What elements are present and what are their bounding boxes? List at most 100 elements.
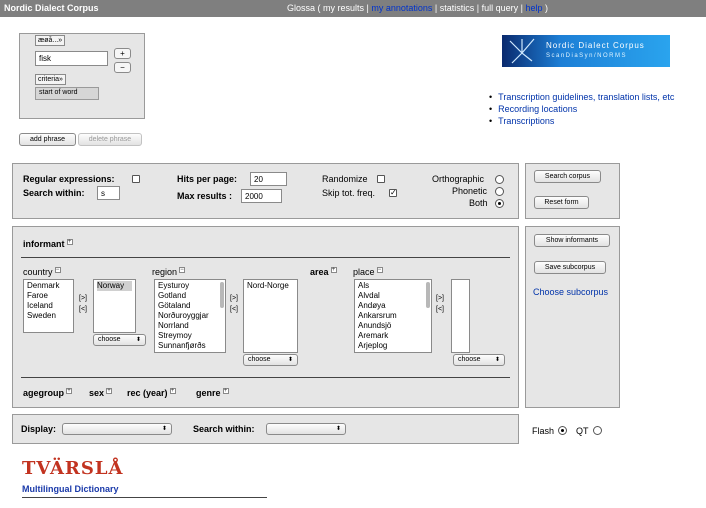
search-within-input[interactable] xyxy=(97,186,120,200)
region-choose-select[interactable]: choose ⬍ xyxy=(243,354,298,366)
list-item[interactable]: Eysturoy xyxy=(158,281,222,291)
place-choose-select[interactable]: choose ⬍ xyxy=(453,354,505,366)
scrollbar[interactable] xyxy=(220,282,224,308)
flash-radio[interactable] xyxy=(558,426,567,435)
list-item[interactable]: Nord-Norge xyxy=(247,281,294,291)
scrollbar[interactable] xyxy=(426,282,430,308)
move-left-arrow[interactable]: [<] xyxy=(436,304,444,315)
list-item[interactable]: Norðuroyggjar xyxy=(158,311,222,321)
list-item[interactable]: Sunnanfjørðs xyxy=(158,341,222,351)
display-search-within-select[interactable]: ⬍ xyxy=(266,423,346,435)
spark-icon xyxy=(509,38,535,64)
list-item[interactable]: Faroe xyxy=(27,291,70,301)
choose-subcorpus-link[interactable]: Choose subcorpus xyxy=(533,287,608,297)
nav-suffix: ) xyxy=(542,3,549,13)
link-recording-locations[interactable]: Recording locations xyxy=(489,103,674,115)
display-select[interactable]: ⬍ xyxy=(62,423,172,435)
special-chars-button[interactable]: æøå...» xyxy=(35,35,66,46)
collapse-icon[interactable]: − xyxy=(54,267,61,273)
search-actions-panel: Search corpus Reset form xyxy=(525,163,620,219)
expand-icon[interactable]: + xyxy=(222,388,229,394)
link-transcriptions[interactable]: Transcriptions xyxy=(489,115,674,127)
show-informants-button[interactable]: Show informants xyxy=(534,234,610,247)
tvarsla-logo[interactable]: TVÄRSLÅ xyxy=(22,458,124,479)
nav-my-annotations[interactable]: my annotations xyxy=(371,3,432,13)
position-select[interactable]: start of word xyxy=(35,87,99,100)
chevron-down-icon: ⬍ xyxy=(494,357,500,363)
add-token-button[interactable]: + xyxy=(114,48,131,59)
expand-icon[interactable]: + xyxy=(66,388,73,394)
informant-heading[interactable]: informant + xyxy=(23,239,73,249)
query-box: æøå...» + − criteria» start of word xyxy=(19,33,145,119)
list-item[interactable]: Arjeplog xyxy=(358,341,428,351)
randomize-checkbox[interactable] xyxy=(377,175,385,183)
both-radio[interactable] xyxy=(495,199,504,208)
place-list[interactable]: Als Alvdal Andøya Ankarsrum Anundsjö Are… xyxy=(354,279,432,353)
agegroup-text: agegroup xyxy=(23,388,65,398)
selected-place-list[interactable] xyxy=(451,279,470,353)
chevron-down-icon: ⬍ xyxy=(135,337,141,343)
move-right-arrow[interactable]: [>] xyxy=(79,293,87,304)
delete-phrase-button[interactable]: delete phrase xyxy=(78,133,142,146)
word-input[interactable] xyxy=(35,51,108,66)
list-item[interactable]: Iceland xyxy=(27,301,70,311)
list-item[interactable]: Gotland xyxy=(158,291,222,301)
list-item[interactable]: Norrland xyxy=(158,321,222,331)
orthographic-radio[interactable] xyxy=(495,175,504,184)
multilingual-dictionary-link[interactable]: Multilingual Dictionary xyxy=(22,484,119,494)
expand-icon[interactable]: + xyxy=(169,388,176,394)
list-item[interactable]: Sweden xyxy=(27,311,70,321)
nav-help[interactable]: help xyxy=(526,3,543,13)
link-transcription-guidelines[interactable]: Transcription guidelines, translation li… xyxy=(489,91,674,103)
list-item[interactable]: Ankarsrum xyxy=(358,311,428,321)
choose-text: choose xyxy=(458,356,481,363)
add-phrase-button[interactable]: add phrase xyxy=(19,133,76,146)
area-label-text: area xyxy=(310,267,329,277)
country-choose-select[interactable]: choose ⬍ xyxy=(93,334,146,346)
search-corpus-button[interactable]: Search corpus xyxy=(534,170,601,183)
qt-radio[interactable] xyxy=(593,426,602,435)
list-item[interactable]: Aremark xyxy=(358,331,428,341)
place-arrows: [>] [<] xyxy=(436,293,444,315)
chevron-down-icon: ⬍ xyxy=(161,426,167,432)
reset-form-button[interactable]: Reset form xyxy=(534,196,589,209)
genre-toggle[interactable]: genre + xyxy=(196,388,229,398)
expand-icon[interactable]: + xyxy=(106,388,113,394)
agegroup-toggle[interactable]: agegroup + xyxy=(23,388,73,398)
list-item[interactable]: Alvdal xyxy=(358,291,428,301)
list-item[interactable]: Anundsjö xyxy=(358,321,428,331)
hits-per-page-label: Hits per page: xyxy=(177,174,238,184)
regex-checkbox[interactable] xyxy=(132,175,140,183)
country-list[interactable]: Denmark Faroe Iceland Sweden xyxy=(23,279,74,333)
move-right-arrow[interactable]: [>] xyxy=(230,293,238,304)
expand-icon[interactable]: + xyxy=(66,239,73,245)
skip-freq-checkbox[interactable]: ✓ xyxy=(389,189,397,197)
list-item[interactable]: Denmark xyxy=(27,281,70,291)
region-list[interactable]: Eysturoy Gotland Götaland Norðuroyggjar … xyxy=(154,279,226,353)
remove-token-button[interactable]: − xyxy=(114,62,131,73)
display-search-within-label: Search within: xyxy=(193,424,255,434)
nav-my-results[interactable]: my results xyxy=(323,3,364,13)
selected-country-list[interactable]: Norway xyxy=(93,279,136,333)
max-results-input[interactable] xyxy=(241,189,282,203)
nav-statistics[interactable]: statistics xyxy=(440,3,475,13)
list-item[interactable]: Norway xyxy=(97,281,132,291)
list-item[interactable]: Götaland xyxy=(158,301,222,311)
sex-toggle[interactable]: sex + xyxy=(89,388,113,398)
expand-icon[interactable]: + xyxy=(330,267,337,273)
selected-region-list[interactable]: Nord-Norge xyxy=(243,279,298,353)
collapse-icon[interactable]: − xyxy=(179,267,186,273)
hits-per-page-input[interactable] xyxy=(250,172,287,186)
move-right-arrow[interactable]: [>] xyxy=(436,293,444,304)
criteria-button[interactable]: criteria» xyxy=(35,74,66,85)
save-subcorpus-button[interactable]: Save subcorpus xyxy=(534,261,606,274)
list-item[interactable]: Als xyxy=(358,281,428,291)
move-left-arrow[interactable]: [<] xyxy=(79,304,87,315)
rec-year-toggle[interactable]: rec (year) + xyxy=(127,388,176,398)
list-item[interactable]: Streymoy xyxy=(158,331,222,341)
move-left-arrow[interactable]: [<] xyxy=(230,304,238,315)
list-item[interactable]: Andøya xyxy=(358,301,428,311)
phonetic-radio[interactable] xyxy=(495,187,504,196)
nav-full-query[interactable]: full query xyxy=(482,3,519,13)
collapse-icon[interactable]: − xyxy=(376,267,383,273)
